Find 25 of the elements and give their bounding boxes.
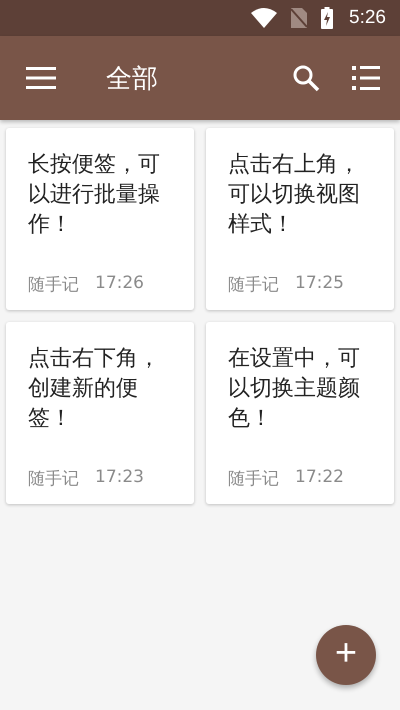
menu-icon[interactable] [26, 67, 56, 89]
note-time: 17:22 [295, 467, 344, 489]
note-source: 随手记 [228, 468, 279, 490]
note-text: 长按便签，可以进行批量操作！ [28, 151, 161, 239]
note-source: 随手记 [228, 274, 279, 296]
list-icon [352, 66, 380, 90]
no-sim-icon [291, 8, 308, 28]
note-card[interactable]: 点击右上角，可以切换视图样式！ 随手记 17:25 [206, 128, 394, 310]
note-card[interactable]: 点击右下角，创建新的便签！ 随手记 17:23 [6, 322, 194, 504]
note-time: 17:23 [95, 467, 144, 489]
note-card[interactable]: 长按便签，可以进行批量操作！ 随手记 17:26 [6, 128, 194, 310]
wifi-icon [251, 8, 278, 28]
note-text: 点击右下角，创建新的便签！ [28, 345, 161, 433]
toolbar-title: 全部 [106, 62, 159, 96]
status-time: 5:26 [349, 7, 386, 29]
note-text: 在设置中，可以切换主题颜色！ [228, 345, 361, 433]
battery-charging-icon [321, 7, 334, 29]
note-source: 随手记 [28, 274, 79, 296]
note-text: 点击右上角，可以切换视图样式！ [228, 151, 361, 239]
note-source: 随手记 [28, 468, 79, 490]
note-time: 17:25 [295, 273, 344, 295]
add-note-button[interactable]: + [316, 625, 376, 685]
search-icon [292, 64, 320, 92]
note-time: 17:26 [95, 273, 144, 295]
note-card[interactable]: 在设置中，可以切换主题颜色！ 随手记 17:22 [206, 322, 394, 504]
